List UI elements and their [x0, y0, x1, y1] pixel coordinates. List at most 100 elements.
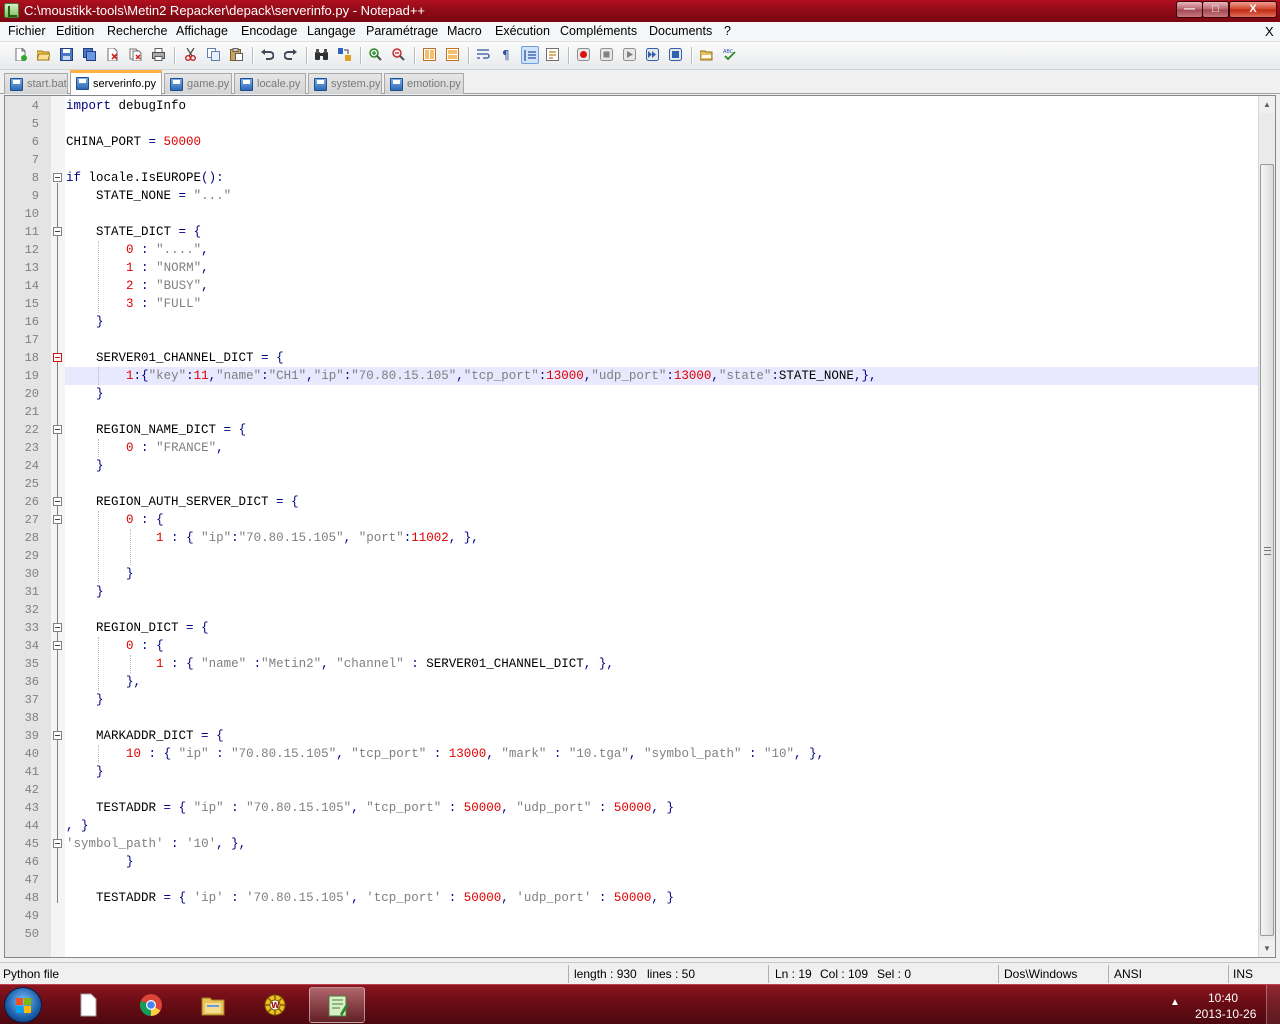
- menu-help[interactable]: ?: [724, 24, 731, 38]
- fold-toggle-icon[interactable]: [53, 515, 62, 524]
- save-macro-icon[interactable]: [667, 46, 685, 64]
- code-text[interactable]: },: [66, 673, 141, 691]
- tab-locale-py[interactable]: locale.py: [234, 73, 306, 94]
- fold-toggle-icon[interactable]: [53, 425, 62, 434]
- code-text[interactable]: SERVER01_CHANNEL_DICT = {: [66, 349, 284, 367]
- fold-toggle-icon[interactable]: [53, 173, 62, 182]
- sync-vertical-icon[interactable]: [421, 46, 439, 64]
- save-all-icon[interactable]: [81, 46, 99, 64]
- code-line[interactable]: 4 import debugInfo: [32, 97, 1259, 115]
- menu-affichage[interactable]: Affichage: [176, 24, 228, 38]
- menu-recherche[interactable]: Recherche: [107, 24, 167, 38]
- code-line[interactable]: 34 0 : {: [25, 637, 1259, 655]
- close-icon[interactable]: [104, 46, 122, 64]
- indent-guide-icon[interactable]: [521, 46, 539, 64]
- taskbar-wamp-server[interactable]: W: [247, 987, 303, 1023]
- menu-execution[interactable]: Exécution: [495, 24, 550, 38]
- code-line[interactable]: 12 0 : "....",: [25, 241, 1259, 259]
- tab-game-py[interactable]: game.py: [164, 73, 232, 94]
- code-line[interactable]: 27 0 : {: [25, 511, 1259, 529]
- menu-parametrage[interactable]: Paramétrage: [366, 24, 438, 38]
- code-text[interactable]: REGION_NAME_DICT = {: [66, 421, 246, 439]
- code-line[interactable]: 38: [25, 709, 1259, 727]
- code-line[interactable]: 11 STATE_DICT = {: [25, 223, 1259, 241]
- fold-toggle-icon[interactable]: [53, 353, 62, 362]
- redo-icon[interactable]: [282, 46, 300, 64]
- minimize-button[interactable]: —: [1176, 1, 1203, 18]
- show-hidden-icons-button[interactable]: ▲: [1170, 997, 1180, 1008]
- code-text[interactable]: 0 : "FRANCE",: [66, 439, 224, 457]
- code-text[interactable]: 2 : "BUSY",: [66, 277, 209, 295]
- menu-langage[interactable]: Langage: [307, 24, 356, 38]
- taskbar-notepad-plus-plus[interactable]: [309, 987, 365, 1023]
- code-line[interactable]: 44 , }: [25, 817, 1259, 835]
- run-macro-multiple-icon[interactable]: [644, 46, 662, 64]
- sync-horizontal-icon[interactable]: [444, 46, 462, 64]
- code-line[interactable]: 18 SERVER01_CHANNEL_DICT = {: [25, 349, 1259, 367]
- code-line[interactable]: 31 }: [25, 583, 1259, 601]
- code-line[interactable]: 16 }: [25, 313, 1259, 331]
- code-line[interactable]: 20 }: [25, 385, 1259, 403]
- clock-date[interactable]: 2013-10-26: [1195, 1007, 1256, 1021]
- code-text[interactable]: 1:{"key":11,"name":"CH1","ip":"70.80.15.…: [66, 367, 876, 385]
- code-line[interactable]: 13 1 : "NORM",: [25, 259, 1259, 277]
- code-text[interactable]: }: [66, 385, 104, 403]
- code-text[interactable]: 1 : "NORM",: [66, 259, 209, 277]
- record-macro-icon[interactable]: [575, 46, 593, 64]
- cut-icon[interactable]: [182, 46, 200, 64]
- taskbar-chrome[interactable]: [123, 987, 179, 1023]
- code-line[interactable]: 50: [25, 925, 1259, 943]
- code-line[interactable]: 5: [32, 115, 1259, 133]
- menu-macro[interactable]: Macro: [447, 24, 482, 38]
- fold-toggle-icon[interactable]: [53, 731, 62, 740]
- tab-start-bat[interactable]: start.bat: [4, 73, 68, 94]
- show-all-chars-icon[interactable]: ¶: [498, 46, 516, 64]
- code-line[interactable]: 6 CHINA_PORT = 50000: [32, 133, 1259, 151]
- open-file-icon[interactable]: [35, 46, 53, 64]
- code-line[interactable]: 21: [25, 403, 1259, 421]
- code-line[interactable]: 25: [25, 475, 1259, 493]
- fold-toggle-icon[interactable]: [53, 839, 62, 848]
- code-line[interactable]: 47: [25, 871, 1259, 889]
- code-line[interactable]: 29: [25, 547, 1259, 565]
- code-text[interactable]: REGION_AUTH_SERVER_DICT = {: [66, 493, 299, 511]
- code-text[interactable]: 1 : { "name" :"Metin2", "channel" : SERV…: [66, 655, 614, 673]
- stop-macro-icon[interactable]: [598, 46, 616, 64]
- copy-icon[interactable]: [205, 46, 223, 64]
- code-line[interactable]: 10: [25, 205, 1259, 223]
- code-text[interactable]: 3 : "FULL": [66, 295, 201, 313]
- fold-margin[interactable]: [51, 96, 65, 957]
- tab-system-py[interactable]: system.py: [308, 73, 382, 94]
- fold-toggle-icon[interactable]: [53, 641, 62, 650]
- scroll-down-arrow[interactable]: ▼: [1259, 940, 1275, 957]
- code-line[interactable]: 26 REGION_AUTH_SERVER_DICT = {: [25, 493, 1259, 511]
- code-line[interactable]: 7: [32, 151, 1259, 169]
- fold-toggle-icon[interactable]: [53, 227, 62, 236]
- code-line[interactable]: 43 TESTADDR = { "ip" : "70.80.15.105", "…: [25, 799, 1259, 817]
- code-area[interactable]: 4 import debugInfo 5 6 CHINA_PORT = 50000 7 8 i…: [25, 96, 1259, 957]
- zoom-in-icon[interactable]: [367, 46, 385, 64]
- code-line[interactable]: 32: [25, 601, 1259, 619]
- code-text[interactable]: 0 : "....",: [66, 241, 209, 259]
- code-text[interactable]: STATE_DICT = {: [66, 223, 201, 241]
- code-text[interactable]: 0 : {: [66, 637, 164, 655]
- menu-fichier[interactable]: Fichier: [8, 24, 46, 38]
- code-line[interactable]: 46 }: [25, 853, 1259, 871]
- replace-icon[interactable]: [336, 46, 354, 64]
- code-line[interactable]: 33 REGION_DICT = {: [25, 619, 1259, 637]
- undo-icon[interactable]: [259, 46, 277, 64]
- save-icon[interactable]: [58, 46, 76, 64]
- tab-emotion-py[interactable]: emotion.py: [384, 73, 464, 94]
- code-line[interactable]: 42: [25, 781, 1259, 799]
- code-text[interactable]: }: [66, 457, 104, 475]
- code-line[interactable]: 41 }: [25, 763, 1259, 781]
- code-text[interactable]: STATE_NONE = "...": [66, 187, 231, 205]
- code-text[interactable]: , }: [66, 817, 89, 835]
- taskbar-blank-document[interactable]: [60, 987, 116, 1023]
- user-language-icon[interactable]: [544, 46, 562, 64]
- code-line[interactable]: 37 }: [25, 691, 1259, 709]
- code-text[interactable]: 1 : { "ip":"70.80.15.105", "port":11002,…: [66, 529, 479, 547]
- code-text[interactable]: TESTADDR = { 'ip' : '70.80.15.105', 'tcp…: [66, 889, 674, 907]
- paste-icon[interactable]: [228, 46, 246, 64]
- start-button[interactable]: [4, 987, 42, 1023]
